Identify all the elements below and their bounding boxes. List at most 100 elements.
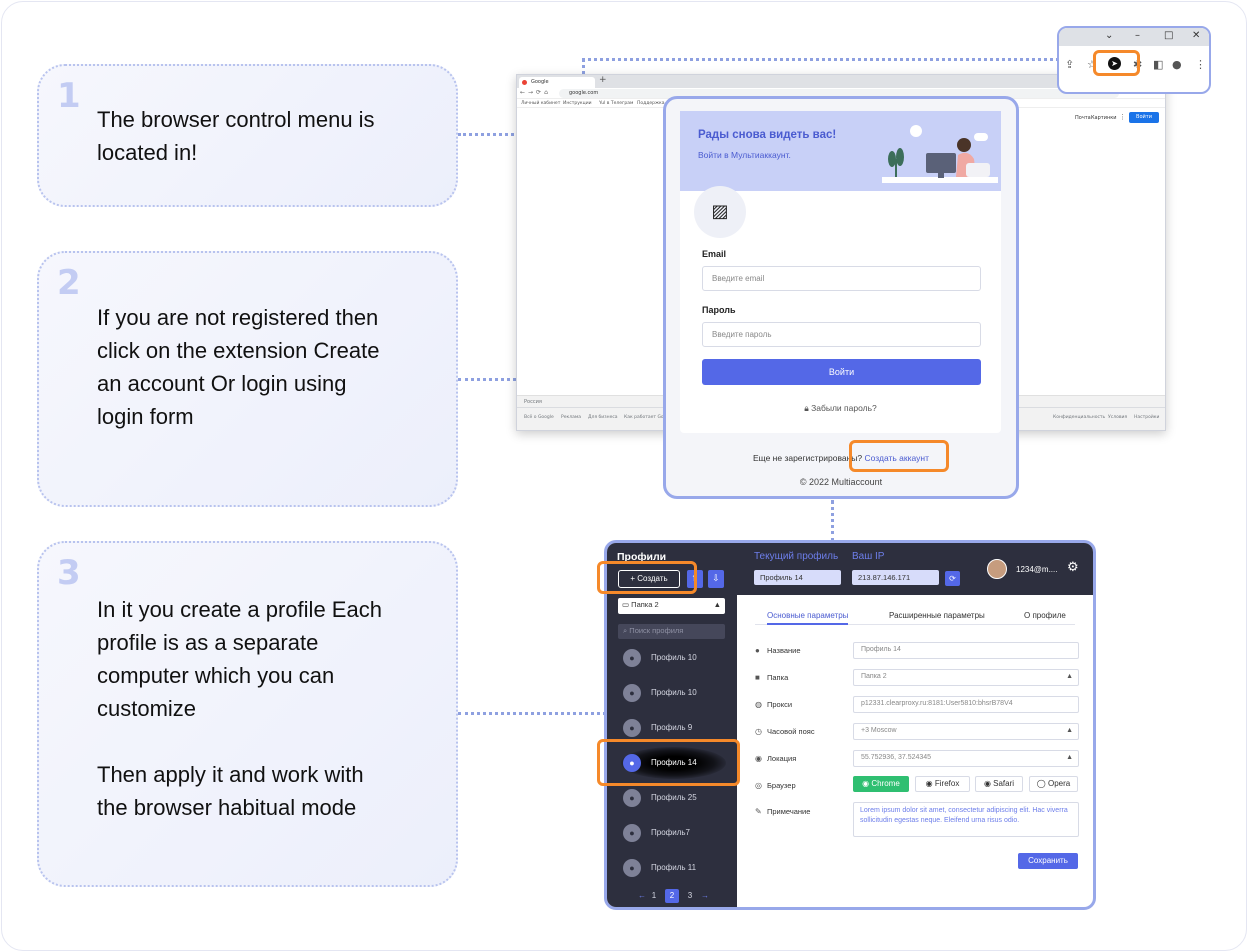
forgot-password-link[interactable]: 🔒︎ Забыли пароль?: [680, 403, 1001, 414]
bookmark[interactable]: Инструкции: [563, 101, 592, 106]
profiles-sidebar: Профили + Создать ⇧ ⇩ ▭ Папка 2 ▲ ⌕ Поиск…: [607, 543, 737, 907]
top-link[interactable]: Картинки: [1091, 115, 1117, 121]
footer-link[interactable]: Реклама: [561, 415, 581, 420]
nav-icons[interactable]: ←→⟳⌂: [520, 89, 551, 96]
tab-about[interactable]: О профиле: [1024, 611, 1066, 620]
bookmark[interactable]: Поддержка: [637, 101, 665, 106]
maximize-icon[interactable]: □: [1164, 30, 1173, 41]
caret-up-icon: ▲: [1066, 754, 1073, 761]
name-value: Профиль 14: [861, 646, 901, 653]
field-label: Папка: [767, 673, 789, 682]
browser-opera-button[interactable]: ◯ Opera: [1029, 776, 1078, 792]
google-icon: [522, 80, 527, 85]
save-button[interactable]: Сохранить: [1018, 853, 1078, 869]
connector-line: [458, 712, 606, 715]
profile-name: Профиль 9: [651, 723, 693, 732]
register-prompt: Еще не зарегистрированы? Создать аккаунт: [666, 453, 1016, 463]
profile-tabs: Основные параметры Расширенные параметры…: [755, 609, 1075, 625]
chevron-down-icon[interactable]: ⌄: [1105, 30, 1113, 41]
browser-tab[interactable]: Google: [519, 77, 595, 88]
note-textarea[interactable]: Lorem ipsum dolor sit amet, consectetur …: [853, 802, 1079, 837]
connector-line: [582, 58, 1059, 61]
profile-name: Профиль 25: [651, 793, 697, 802]
forgot-label: Забыли пароль?: [811, 403, 877, 413]
timezone-dropdown[interactable]: +3 Moscow ▲: [853, 723, 1079, 740]
field-label: Локация: [767, 754, 797, 763]
location-pin-icon: ◉: [755, 754, 762, 763]
step-text: The browser control menu is located in!: [97, 107, 375, 165]
step-number: 3: [57, 553, 81, 593]
folder-value: Папка 2: [631, 600, 659, 609]
create-button-highlight: [597, 561, 697, 594]
page-3[interactable]: 3: [683, 889, 697, 903]
location-value: 55.752936, 37.524345: [861, 754, 932, 761]
footer-link[interactable]: Конфиденциальность: [1053, 415, 1105, 420]
tab-advanced[interactable]: Расширенные параметры: [889, 611, 985, 620]
folder-dropdown[interactable]: Папка 2 ▲: [853, 669, 1079, 686]
minimize-icon[interactable]: –: [1135, 30, 1140, 41]
new-tab-icon[interactable]: +: [599, 75, 607, 85]
login-card: Рады снова видеть вас! Войти в Мультиакк…: [680, 111, 1001, 433]
field-label: Примечание: [767, 807, 811, 816]
step-2-card: 2 If you are not registered then click o…: [37, 251, 458, 507]
browser-name: Chrome: [871, 779, 900, 788]
avatar[interactable]: [987, 559, 1007, 579]
create-account-highlight: [849, 440, 949, 472]
password-label: Пароль: [702, 305, 736, 315]
footer-link[interactable]: Настройки: [1134, 415, 1159, 420]
share-icon[interactable]: ⇪: [1065, 58, 1074, 71]
next-page-icon[interactable]: →: [698, 889, 712, 903]
page-2[interactable]: 2: [665, 889, 679, 903]
ip-label: Ваш IP: [852, 551, 885, 562]
globe-icon: ◍: [755, 700, 762, 709]
profile-name: Профиль 10: [651, 653, 697, 662]
location-dropdown[interactable]: 55.752936, 37.524345 ▲: [853, 750, 1079, 767]
refresh-icon[interactable]: ⟳: [945, 571, 960, 586]
proxy-field[interactable]: p12331.clearproxy.ru:8181:User5810:bhsrB…: [853, 696, 1079, 713]
search-input[interactable]: ⌕ Поиск профиля: [618, 624, 725, 639]
close-icon[interactable]: ✕: [1192, 30, 1200, 41]
browser-firefox-button[interactable]: ◉ Firefox: [915, 776, 970, 792]
bookmark[interactable]: Личный кабинет: [521, 101, 560, 106]
user-icon: ●: [623, 789, 641, 807]
profile-icon[interactable]: ●: [1172, 58, 1182, 71]
folder-select[interactable]: ▭ Папка 2 ▲: [618, 598, 725, 614]
browser-chrome-button[interactable]: ◉ Chrome: [853, 776, 909, 792]
caret-up-icon: ▲: [713, 600, 721, 609]
tab-basic[interactable]: Основные параметры: [767, 611, 849, 625]
user-icon: ●: [623, 824, 641, 842]
pencil-icon: ✎: [755, 807, 762, 816]
search-placeholder: Поиск профиля: [629, 626, 684, 635]
not-registered-text: Еще не зарегистрированы?: [753, 453, 863, 463]
footer-link[interactable]: Всё о Google: [524, 415, 554, 420]
email-field[interactable]: Введите email: [702, 266, 981, 291]
password-field[interactable]: Введите пароль: [702, 322, 981, 347]
page-1[interactable]: 1: [647, 889, 661, 903]
footer-link[interactable]: Для бизнеса: [588, 415, 618, 420]
name-field[interactable]: Профиль 14: [853, 642, 1079, 659]
user-icon: ●: [623, 719, 641, 737]
download-icon[interactable]: ⇩: [708, 570, 724, 588]
folder-icon: ▭: [622, 600, 632, 609]
email-label: Email: [702, 249, 727, 259]
ip-field: 213.87.146.171: [852, 570, 939, 585]
clock-icon: ◷: [755, 727, 762, 736]
bookmark[interactable]: Yul в Телеграм: [599, 101, 633, 106]
menu-dots-icon[interactable]: ⋮: [1195, 58, 1206, 71]
profile-name: Профиль 10: [651, 688, 697, 697]
profile-name: Профиль7: [651, 828, 690, 837]
browser-name: Firefox: [934, 779, 960, 788]
folder-value: Папка 2: [861, 673, 887, 680]
gear-icon[interactable]: ⚙: [1067, 560, 1079, 575]
login-button[interactable]: Войти: [702, 359, 981, 385]
browser-safari-button[interactable]: ◉ Safari: [975, 776, 1023, 792]
caret-up-icon: ▲: [1066, 727, 1073, 734]
field-label: Браузер: [767, 781, 796, 790]
top-link[interactable]: Почта: [1075, 115, 1091, 121]
sidepanel-icon[interactable]: ◧: [1153, 58, 1163, 71]
step-1-card: 1 The browser control menu is located in…: [37, 64, 458, 207]
footer-link[interactable]: Условия: [1108, 415, 1127, 420]
window-titlebar: ⌄ – □ ✕: [1059, 28, 1209, 46]
signin-button[interactable]: Войти: [1129, 112, 1159, 123]
profile-name: Профиль 11: [651, 863, 697, 872]
